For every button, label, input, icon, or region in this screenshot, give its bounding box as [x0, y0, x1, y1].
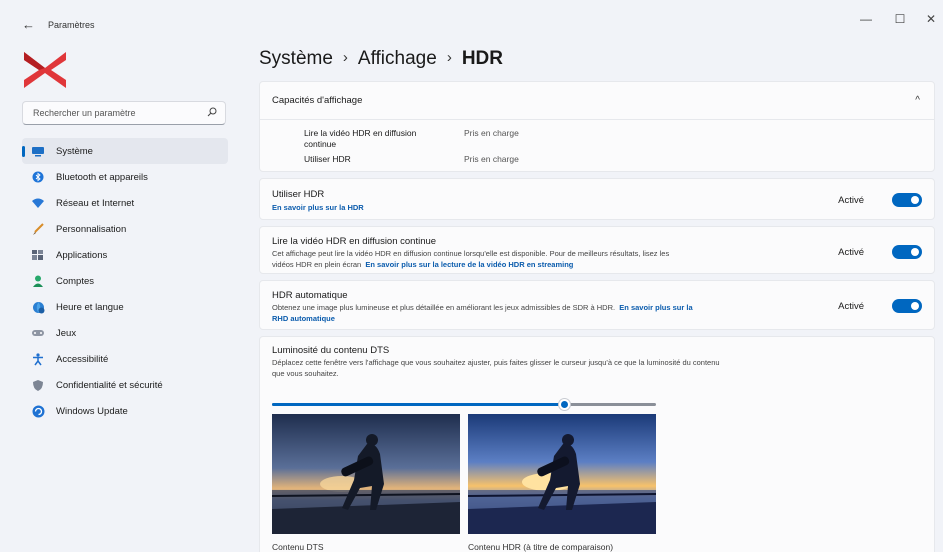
sidebar-item-label: Confidentialité et sécurité — [56, 379, 163, 391]
sidebar-item-label: Bluetooth et appareils — [56, 171, 148, 183]
sidebar-item-accessibilite[interactable]: Accessibilité — [22, 346, 228, 372]
selection-indicator — [22, 146, 25, 157]
capability-label: Lire la vidéo HDR en diffusion continue — [304, 128, 416, 150]
globe-clock-icon — [30, 299, 46, 315]
sdr-caption: Contenu DTS — [272, 542, 324, 552]
page-title: HDR — [461, 48, 503, 69]
capability-value: Pris en charge — [464, 128, 519, 138]
sidebar-item-label: Windows Update — [56, 405, 128, 417]
back-button[interactable]: ← — [22, 17, 35, 32]
capabilities-title: Capacités d'affichage — [272, 95, 363, 106]
brightness-description: Déplacez cette fenêtre vers l'affichage … — [272, 357, 872, 379]
sidebar-item-label: Applications — [56, 249, 108, 261]
sidebar-item-windows-update[interactable]: Windows Update — [22, 398, 228, 424]
toggle-knob — [911, 196, 919, 204]
hdr-caption: Contenu HDR (à titre de comparaison) — [468, 542, 614, 552]
search-box[interactable] — [22, 101, 226, 125]
description-line: que vous souhaitez. — [272, 369, 339, 378]
search-icon — [207, 107, 217, 117]
sidebar-item-label: Système — [56, 145, 93, 157]
accessibility-icon — [30, 351, 46, 367]
breadcrumb: Système › Affichage › HDR — [259, 48, 503, 70]
auto-hdr-title: HDR automatique — [272, 290, 348, 301]
sidebar-item-label: Réseau et Internet — [56, 197, 135, 209]
sdr-brightness-card: Luminosité du contenu DTS Déplacez cette… — [259, 336, 935, 552]
use-hdr-card: Utiliser HDR En savoir plus sur la HDR A… — [259, 178, 935, 220]
stream-hdr-state: Activé — [838, 247, 864, 258]
use-hdr-toggle[interactable] — [892, 193, 922, 207]
display-capabilities-card: Capacités d'affichage ^ Lire la vidéo HD… — [259, 81, 935, 172]
maximize-button[interactable]: ☐ — [890, 12, 910, 26]
apps-icon — [30, 247, 46, 263]
brightness-slider[interactable] — [272, 399, 656, 410]
stream-hdr-learn-more-link[interactable]: En savoir plus sur la lecture de la vidé… — [365, 260, 573, 269]
sdr-preview-image — [272, 414, 460, 534]
user-icon — [30, 273, 46, 289]
sidebar-item-applications[interactable]: Applications — [22, 242, 228, 268]
hdr-preview-image — [468, 414, 656, 534]
auto-hdr-toggle[interactable] — [892, 299, 922, 313]
search-input[interactable] — [31, 107, 205, 119]
breadcrumb-systeme[interactable]: Système — [259, 48, 333, 69]
capability-value: Pris en charge — [464, 154, 519, 164]
description-line: Déplacez cette fenêtre vers l'affichage … — [272, 358, 720, 367]
sidebar-item-label: Accessibilité — [56, 353, 109, 365]
sidebar-item-label: Comptes — [56, 275, 95, 287]
capability-label-line: Lire la vidéo HDR en diffusion — [304, 128, 417, 138]
sidebar-item-label: Personnalisation — [56, 223, 127, 235]
description-text: vidéos HDR en plein écran — [272, 260, 362, 269]
capability-label-line: continue — [304, 139, 337, 149]
auto-hdr-card: HDR automatique Obtenez une image plus l… — [259, 280, 935, 330]
sidebar-nav: Système Bluetooth et appareils Réseau et… — [22, 138, 228, 424]
sidebar-item-comptes[interactable]: Comptes — [22, 268, 228, 294]
sidebar-item-label: Heure et langue — [56, 301, 124, 313]
monitor-icon — [30, 143, 46, 159]
stream-hdr-title: Lire la vidéo HDR en diffusion continue — [272, 236, 437, 247]
breadcrumb-separator: › — [446, 49, 452, 66]
stream-hdr-toggle[interactable] — [892, 245, 922, 259]
gamepad-icon — [30, 325, 46, 341]
capability-label: Utiliser HDR — [304, 154, 351, 164]
stream-hdr-description: Cet affichage peut lire la vidéo HDR en … — [272, 248, 812, 270]
shield-icon — [30, 377, 46, 393]
title-bar: ← Paramètres — ☐ ✕ — [0, 0, 943, 44]
sidebar-item-systeme[interactable]: Système — [22, 138, 228, 164]
auto-hdr-learn-more-link[interactable]: En savoir plus sur la — [619, 303, 692, 312]
app-title: Paramètres — [48, 20, 95, 30]
logo — [24, 52, 66, 88]
wifi-icon — [30, 195, 46, 211]
breadcrumb-separator: › — [342, 49, 348, 66]
auto-hdr-description: Obtenez une image plus lumineuse et plus… — [272, 302, 812, 324]
brightness-title: Luminosité du contenu DTS — [272, 345, 390, 356]
sidebar-item-personnalisation[interactable]: Personnalisation — [22, 216, 228, 242]
slider-fill — [272, 403, 564, 406]
description-line: Obtenez une image plus lumineuse et plus… — [272, 302, 812, 313]
capabilities-header[interactable]: Capacités d'affichage ^ — [260, 82, 934, 120]
toggle-knob — [911, 302, 919, 310]
auto-hdr-state: Activé — [838, 301, 864, 312]
sidebar-item-bluetooth[interactable]: Bluetooth et appareils — [22, 164, 228, 190]
description-line: Cet affichage peut lire la vidéo HDR en … — [272, 249, 670, 258]
minimize-button[interactable]: — — [856, 12, 876, 26]
slider-thumb[interactable] — [558, 399, 570, 410]
sidebar-item-confidentialite[interactable]: Confidentialité et sécurité — [22, 372, 228, 398]
toggle-knob — [911, 248, 919, 256]
sidebar-item-reseau[interactable]: Réseau et Internet — [22, 190, 228, 216]
sidebar-item-heure-langue[interactable]: Heure et langue — [22, 294, 228, 320]
use-hdr-title: Utiliser HDR — [272, 189, 325, 200]
chevron-up-icon[interactable]: ^ — [915, 95, 920, 106]
bluetooth-icon — [30, 169, 46, 185]
use-hdr-state: Activé — [838, 195, 864, 206]
brush-icon — [30, 221, 46, 237]
sidebar-item-label: Jeux — [56, 327, 77, 339]
stream-hdr-card: Lire la vidéo HDR en diffusion continue … — [259, 226, 935, 274]
description-text: Obtenez une image plus lumineuse et plus… — [272, 303, 616, 312]
sidebar-item-jeux[interactable]: Jeux — [22, 320, 228, 346]
description-line: vidéos HDR en plein écran En savoir plus… — [272, 259, 812, 270]
auto-hdr-learn-more-link-cont[interactable]: RHD automatique — [272, 314, 335, 323]
use-hdr-learn-more-link[interactable]: En savoir plus sur la HDR — [272, 203, 364, 212]
breadcrumb-affichage[interactable]: Affichage — [358, 48, 437, 69]
update-icon — [30, 403, 46, 419]
close-button[interactable]: ✕ — [921, 12, 941, 26]
